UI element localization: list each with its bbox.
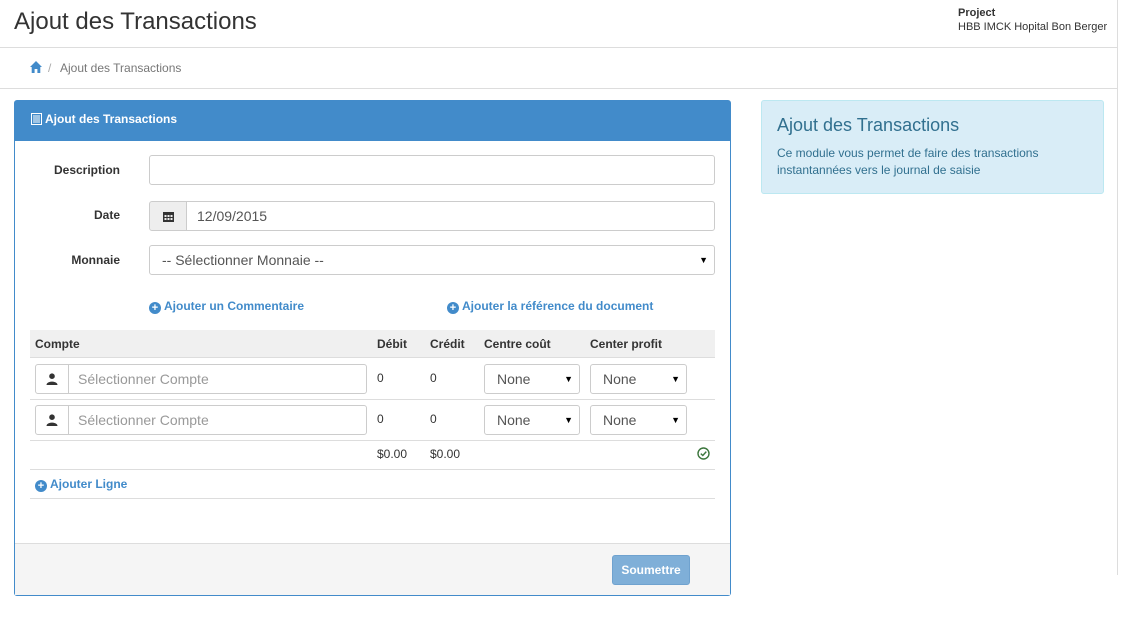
center-profit-select[interactable]: None ▼ bbox=[590, 405, 687, 435]
table-header: Compte Débit Crédit Centre coût Center p… bbox=[30, 330, 715, 358]
col-center-profit: Center profit bbox=[590, 337, 662, 351]
breadcrumb-separator: / bbox=[48, 61, 52, 75]
currency-select[interactable]: -- Sélectionner Monnaie -- ▼ bbox=[149, 245, 715, 275]
top-header: Ajout des Transactions Project HBB IMCK … bbox=[0, 0, 1117, 48]
project-label: Project bbox=[958, 7, 996, 19]
add-reference-label: Ajouter la référence du document bbox=[462, 299, 654, 313]
breadcrumb-current: Ajout des Transactions bbox=[60, 61, 182, 75]
info-panel: Ajout des Transactions Ce module vous pe… bbox=[761, 100, 1104, 194]
caret-down-icon: ▼ bbox=[564, 374, 573, 384]
check-circle-icon bbox=[697, 447, 710, 460]
date-input[interactable]: 12/09/2015 bbox=[186, 201, 715, 231]
description-label: Description bbox=[53, 163, 120, 177]
col-credit: Crédit bbox=[430, 337, 465, 351]
currency-selected: -- Sélectionner Monnaie -- bbox=[162, 252, 324, 268]
center-profit-selected: None bbox=[603, 371, 637, 387]
plus-circle-icon: + bbox=[149, 302, 161, 314]
caret-down-icon: ▼ bbox=[564, 415, 573, 425]
total-credit: $0.00 bbox=[430, 447, 461, 461]
add-line-label: Ajouter Ligne bbox=[50, 477, 128, 491]
user-addon[interactable] bbox=[35, 405, 69, 435]
plus-circle-icon: + bbox=[35, 480, 47, 492]
calendar-icon bbox=[163, 212, 174, 222]
user-icon bbox=[46, 414, 58, 426]
user-addon[interactable] bbox=[35, 364, 69, 394]
centre-cout-selected: None bbox=[497, 412, 531, 428]
home-icon[interactable] bbox=[29, 60, 43, 74]
caret-down-icon: ▼ bbox=[699, 255, 708, 265]
total-debit: $0.00 bbox=[377, 447, 408, 461]
center-profit-select[interactable]: None ▼ bbox=[590, 364, 687, 394]
date-addon[interactable] bbox=[149, 201, 187, 231]
panel-title: Ajout des Transactions bbox=[45, 112, 178, 126]
compte-input[interactable]: Sélectionner Compte bbox=[68, 405, 367, 435]
row-divider bbox=[30, 440, 715, 441]
page-title: Ajout des Transactions bbox=[14, 8, 257, 35]
panel-footer: Soumettre bbox=[15, 543, 730, 595]
caret-down-icon: ▼ bbox=[671, 374, 680, 384]
submit-button[interactable]: Soumettre bbox=[612, 555, 690, 585]
credit-value: 0 bbox=[430, 371, 437, 385]
info-title: Ajout des Transactions bbox=[777, 115, 960, 135]
date-label: Date bbox=[93, 208, 120, 222]
project-info: Project HBB IMCK Hopital Bon Berger bbox=[958, 6, 1107, 34]
center-profit-selected: None bbox=[603, 412, 637, 428]
row-divider bbox=[30, 498, 715, 499]
debit-value: 0 bbox=[377, 412, 384, 426]
caret-down-icon: ▼ bbox=[671, 415, 680, 425]
row-divider bbox=[30, 469, 715, 470]
list-alt-icon bbox=[31, 113, 42, 125]
centre-cout-select[interactable]: None ▼ bbox=[484, 364, 580, 394]
row-divider bbox=[30, 399, 715, 400]
add-comment-link[interactable]: + Ajouter un Commentaire bbox=[149, 299, 304, 314]
info-text: Ce module vous permet de faire des trans… bbox=[777, 146, 1039, 177]
col-debit: Débit bbox=[377, 337, 407, 351]
breadcrumb: / Ajout des Transactions bbox=[0, 48, 1117, 89]
currency-label: Monnaie bbox=[71, 253, 120, 267]
description-input[interactable] bbox=[149, 155, 715, 185]
col-centre-cout: Centre coût bbox=[484, 337, 551, 351]
col-compte: Compte bbox=[35, 337, 80, 351]
add-line-link[interactable]: + Ajouter Ligne bbox=[35, 477, 127, 492]
debit-value: 0 bbox=[377, 371, 384, 385]
project-name: HBB IMCK Hopital Bon Berger bbox=[958, 21, 1108, 33]
centre-cout-select[interactable]: None ▼ bbox=[484, 405, 580, 435]
add-reference-link[interactable]: + Ajouter la référence du document bbox=[447, 299, 653, 314]
transaction-form-panel: Ajout des Transactions Description Date … bbox=[14, 100, 731, 596]
panel-heading: Ajout des Transactions bbox=[15, 101, 730, 141]
credit-value: 0 bbox=[430, 412, 437, 426]
add-comment-label: Ajouter un Commentaire bbox=[164, 299, 305, 313]
compte-input[interactable]: Sélectionner Compte bbox=[68, 364, 367, 394]
content-divider bbox=[1117, 0, 1118, 575]
centre-cout-selected: None bbox=[497, 371, 531, 387]
user-icon bbox=[46, 373, 58, 385]
plus-circle-icon: + bbox=[447, 302, 459, 314]
